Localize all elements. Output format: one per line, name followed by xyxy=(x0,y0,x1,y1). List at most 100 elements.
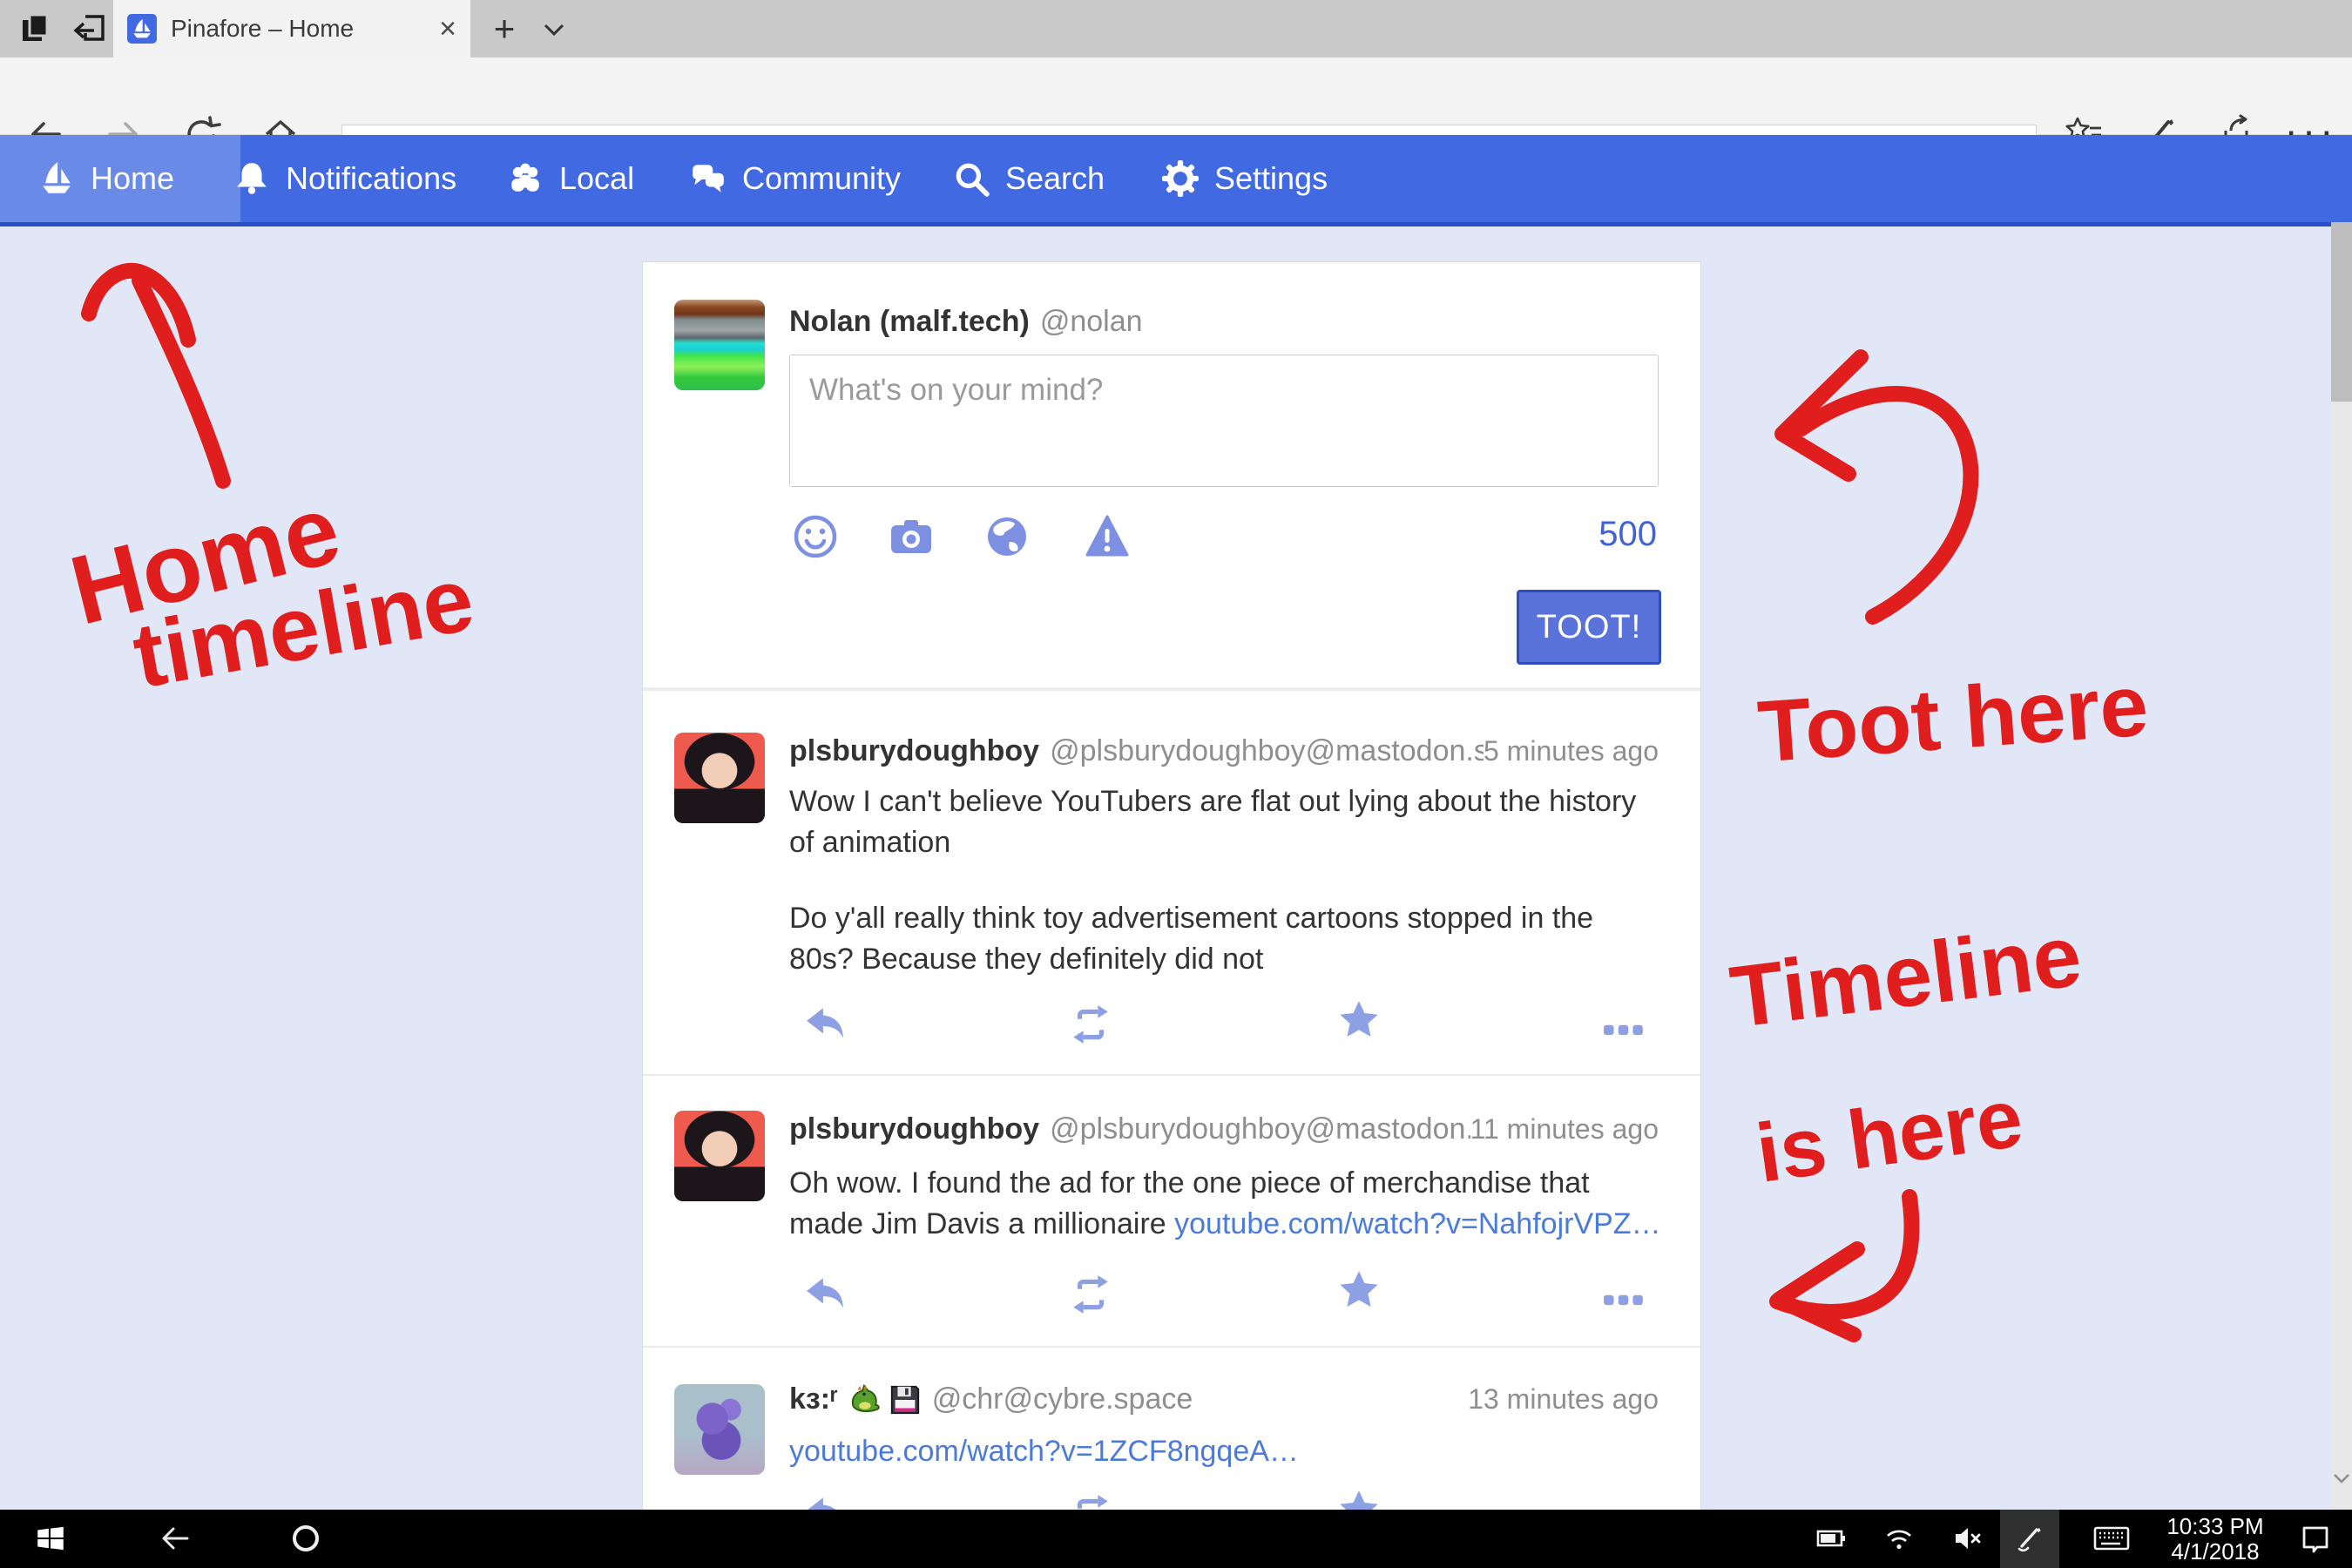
post-2[interactable]: plsburydoughboy @plsburydoughboy@mastodo… xyxy=(643,1074,1700,1346)
clock-time: 10:33 PM xyxy=(2152,1514,2279,1539)
compose-display-name: Nolan (malf.tech) xyxy=(789,305,1030,339)
wifi-icon[interactable] xyxy=(1882,1522,1916,1555)
content-warning-icon[interactable] xyxy=(1084,513,1131,560)
nav-label-notifications: Notifications xyxy=(286,160,456,197)
nav-item-community[interactable]: Community xyxy=(681,135,909,222)
new-tab-button[interactable]: + xyxy=(481,0,528,57)
avatar[interactable] xyxy=(674,300,765,390)
post-author-row: plsburydoughboy @plsburydoughboy@mastodo… xyxy=(789,734,1659,768)
home-timeline-arrowhead xyxy=(89,271,188,340)
post-handle: @plsburydoughboy@mastodon.s… xyxy=(1050,1112,1470,1146)
post-handle: @plsburydoughboy@mastodon.so… xyxy=(1050,734,1484,768)
compose-input-wrap xyxy=(789,355,1659,487)
page-scrollbar-track[interactable] xyxy=(2331,222,2352,1568)
favorite-star-icon[interactable] xyxy=(1337,1269,1381,1313)
post-1[interactable]: plsburydoughboy @plsburydoughboy@mastodo… xyxy=(643,689,1700,1074)
timeline-column: Nolan (malf.tech) @nolan xyxy=(642,261,1701,1568)
boost-icon[interactable] xyxy=(1069,1003,1112,1046)
compose-author-row: Nolan (malf.tech) @nolan xyxy=(789,305,1659,339)
annotation-toot-here: Toot here xyxy=(1755,656,2152,783)
post-display-name: plsburydoughboy xyxy=(789,734,1039,768)
post-author-row: kз:ʳ @chr@cybre.space 13 minutes ago xyxy=(789,1382,1659,1416)
taskbar: 10:33 PM 4/1/2018 xyxy=(0,1510,2352,1568)
nav-item-search[interactable]: Search xyxy=(944,135,1113,222)
scrollbar-down-chevron-icon[interactable] xyxy=(2332,1469,2351,1488)
boost-icon[interactable] xyxy=(1069,1273,1112,1316)
nav-label-home: Home xyxy=(91,160,174,197)
avatar[interactable] xyxy=(674,733,765,823)
post-link[interactable]: youtube.com/watch?v=1ZCF8ngqeA… xyxy=(789,1435,1299,1468)
action-center-icon[interactable] xyxy=(2298,1521,2333,1556)
volume-muted-icon[interactable] xyxy=(1950,1522,1984,1555)
camera-icon[interactable] xyxy=(888,513,935,560)
timeline-arrowhead xyxy=(1779,1249,1857,1335)
more-options-icon[interactable] xyxy=(1602,1280,1646,1323)
pinafore-favicon-icon xyxy=(127,14,157,44)
post-link[interactable]: youtube.com/watch?v=NahfojrVPZ… xyxy=(1174,1207,1660,1240)
dragon-emoji xyxy=(847,1383,880,1416)
toot-button[interactable]: TOOT! xyxy=(1517,590,1661,665)
toot-here-arrowhead xyxy=(1782,357,1861,474)
nav-item-settings[interactable]: Settings xyxy=(1153,135,1336,222)
emoji-icon[interactable] xyxy=(792,513,839,560)
screen: Pinafore – Home × + xyxy=(0,0,2352,1568)
globe-icon[interactable] xyxy=(983,513,1031,560)
timeline-arrow xyxy=(1777,1197,1912,1312)
post-body: Wow I can't believe YouTubers are flat o… xyxy=(789,781,1665,863)
home-timeline-arrow xyxy=(139,280,223,481)
avatar[interactable] xyxy=(674,1384,765,1475)
nav-label-community: Community xyxy=(742,160,901,197)
clock-date: 4/1/2018 xyxy=(2152,1539,2279,1565)
post-body: Do y'all really think toy advertisement … xyxy=(789,898,1665,980)
post-body: Oh wow. I found the ad for the one piece… xyxy=(789,1163,1665,1245)
post-author-row: plsburydoughboy @plsburydoughboy@mastodo… xyxy=(789,1112,1659,1146)
toot-here-arrow xyxy=(1801,394,1970,617)
nav-item-notifications[interactable]: Notifications xyxy=(225,135,465,222)
windows-ink-button[interactable] xyxy=(2000,1510,2059,1568)
browser-tab[interactable]: Pinafore – Home × xyxy=(113,0,470,57)
reply-icon[interactable] xyxy=(803,1273,847,1316)
gear-icon xyxy=(1162,160,1199,197)
post-timestamp: 13 minutes ago xyxy=(1468,1383,1659,1416)
speech-bubbles-icon xyxy=(690,160,727,197)
taskbar-back-icon[interactable] xyxy=(158,1521,193,1556)
nav-item-local[interactable]: Local xyxy=(498,135,643,222)
more-options-icon[interactable] xyxy=(1602,1010,1646,1053)
avatar[interactable] xyxy=(674,1111,765,1201)
post-handle: @chr@cybre.space xyxy=(932,1382,1193,1416)
char-counter: 500 xyxy=(1598,515,1657,554)
browser-tab-bar: Pinafore – Home × + xyxy=(0,0,2352,57)
browser-toolbar: ··· xyxy=(0,57,2352,135)
floppy-disk-emoji xyxy=(889,1383,922,1416)
bell-icon xyxy=(233,160,270,197)
touch-keyboard-icon[interactable] xyxy=(2092,1519,2131,1558)
cortana-icon[interactable] xyxy=(288,1521,323,1556)
tab-close-icon[interactable]: × xyxy=(439,14,456,44)
annotation-timeline-line1: Timeline xyxy=(1725,906,2086,1048)
tab-title: Pinafore – Home xyxy=(171,15,430,43)
reply-icon[interactable] xyxy=(803,1003,847,1046)
set-tabs-aside-icon[interactable] xyxy=(17,11,52,46)
sailboat-icon xyxy=(38,160,75,197)
nav-item-home[interactable]: Home xyxy=(0,135,240,222)
annotation-home: Home xyxy=(60,472,350,646)
post-display-name: kз:ʳ xyxy=(789,1382,838,1416)
post-timestamp: 5 minutes ago xyxy=(1484,735,1659,767)
taskbar-clock[interactable]: 10:33 PM 4/1/2018 xyxy=(2152,1514,2279,1565)
pinafore-nav: Home Notifications Local Community xyxy=(0,135,2352,226)
post-display-name: plsburydoughboy xyxy=(789,1112,1039,1146)
favorite-star-icon[interactable] xyxy=(1337,999,1381,1043)
compose-handle: @nolan xyxy=(1040,305,1143,339)
annotation-timeline-word: timeline xyxy=(126,548,482,709)
post-timestamp: 11 minutes ago xyxy=(1470,1113,1659,1146)
tab-list-chevron-icon[interactable] xyxy=(537,14,571,45)
people-icon xyxy=(507,160,544,197)
tab-preview-icon[interactable] xyxy=(73,11,108,46)
search-icon xyxy=(953,160,990,197)
battery-icon[interactable] xyxy=(1815,1522,1848,1555)
page-scrollbar-thumb[interactable] xyxy=(2331,222,2352,402)
compose-section: Nolan (malf.tech) @nolan xyxy=(643,262,1700,689)
compose-textarea[interactable] xyxy=(790,355,1658,486)
annotation-timeline-line2: is here xyxy=(1751,1071,2028,1202)
start-button-icon[interactable] xyxy=(34,1522,67,1555)
